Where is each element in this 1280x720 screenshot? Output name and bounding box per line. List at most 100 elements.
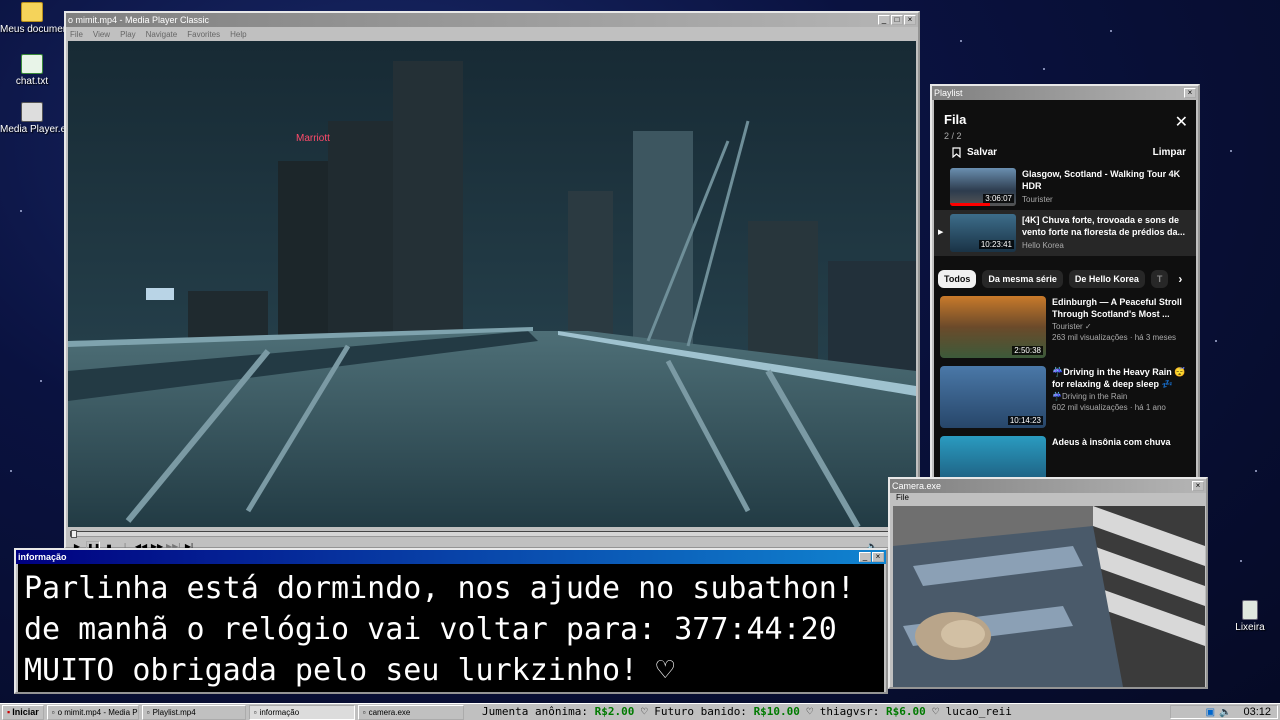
save-button[interactable]: Salvar [952, 147, 997, 158]
close-button[interactable]: × [1192, 481, 1204, 491]
star [1230, 150, 1232, 152]
video-thumbnail: 3:06:07 [950, 168, 1016, 206]
start-label: Iniciar [12, 707, 39, 717]
menu-play[interactable]: Play [120, 30, 136, 39]
channel-name: Tourister ✓ [1052, 322, 1092, 331]
info-line: Parlinha está dormindo, nos ajude no sub… [24, 571, 855, 606]
information-titlebar[interactable]: informação _ × [16, 550, 886, 564]
media-player-menubar: File View Play Navigate Favorites Help [66, 27, 918, 41]
ticker-amount: R$2.00 [594, 705, 635, 718]
seek-bar[interactable] [70, 530, 912, 538]
ticker-amount: R$10.00 [753, 705, 800, 718]
filter-chips: Todos Da mesma série De Hello Korea T › [934, 256, 1196, 288]
recommendation-item[interactable]: 10:14:23 ☔Driving in the Heavy Rain 😴 fo… [934, 366, 1196, 428]
queue-item[interactable]: 3:06:07 Glasgow, Scotland - Walking Tour… [934, 164, 1196, 210]
close-button[interactable]: × [1184, 88, 1196, 98]
desktop-icon-media-player[interactable]: Media Player.exe [0, 102, 77, 135]
window-title: o mimit.mp4 - Media Player Classic [68, 15, 210, 25]
recommendation-item[interactable]: 2:50:38 Edinburgh — A Peaceful Stroll Th… [934, 296, 1196, 358]
camera-menubar: File [890, 493, 1206, 505]
close-icon[interactable]: ✕ [1175, 112, 1188, 132]
task-media-player[interactable]: ▫ o mimit.mp4 - Media Playe... [46, 704, 139, 720]
network-icon[interactable]: ▣ [1206, 707, 1215, 718]
clock[interactable]: 03:12 [1243, 706, 1271, 718]
playlist-window[interactable]: Playlist × Fila 2 / 2 ✕ Salvar Limpar 3:… [930, 84, 1200, 480]
close-button[interactable]: × [872, 552, 884, 562]
video-thumbnail: 10:14:23 [940, 366, 1046, 428]
video-meta: 602 mil visualizações · há 1 ano [1052, 403, 1166, 412]
task-playlist[interactable]: ▫ Playlist.mp4 [141, 704, 246, 720]
playlist-titlebar[interactable]: Playlist × [932, 86, 1198, 100]
sleeping-pet-scene [893, 506, 1205, 687]
task-camera[interactable]: ▫ camera.exe [357, 704, 464, 720]
speaker-icon[interactable]: 🔈 [1219, 707, 1231, 718]
menu-navigate[interactable]: Navigate [146, 30, 178, 39]
video-title: ☔Driving in the Heavy Rain 😴 for relaxin… [1052, 367, 1186, 389]
window-title: Playlist [934, 88, 963, 98]
queue-item-now-playing[interactable]: ▶ 10:23:41 [4K] Chuva forte, trovoada e … [934, 210, 1196, 256]
start-button[interactable]: ▪ Iniciar [2, 704, 44, 720]
desktop-icon-recycle-bin[interactable]: Lixeira [1218, 600, 1280, 633]
chip-truncated[interactable]: T [1150, 270, 1169, 288]
seek-thumb[interactable] [71, 530, 77, 538]
duration-badge: 10:23:41 [978, 240, 1014, 249]
information-text: Parlinha está dormindo, nos ajude no sub… [18, 564, 884, 692]
star [1255, 470, 1257, 472]
heart-icon: ♡ [640, 705, 655, 718]
minimize-button[interactable]: _ [859, 552, 871, 562]
star [1043, 68, 1045, 70]
chip-all[interactable]: Todos [938, 270, 977, 288]
windows-logo-icon: ▪ [7, 707, 11, 717]
now-playing-icon: ▶ [938, 229, 944, 236]
video-title: Adeus à insônia com chuva [1052, 437, 1171, 447]
task-information[interactable]: ▫ informação [248, 704, 355, 720]
media-player-window[interactable]: o mimit.mp4 - Media Player Classic _ □ ×… [64, 11, 920, 563]
queue-heading: Fila [944, 112, 967, 127]
task-label: camera.exe [368, 707, 411, 717]
chip-same-series[interactable]: Da mesma série [982, 270, 1063, 288]
star [40, 380, 42, 382]
video-frame[interactable]: Marriott [68, 41, 916, 527]
video-title: Edinburgh — A Peaceful Stroll Through Sc… [1052, 297, 1182, 319]
camera-titlebar[interactable]: Camera.exe × [890, 479, 1206, 493]
channel-name: Tourister [1022, 195, 1053, 204]
star [960, 40, 962, 42]
app-icon: ▫ [362, 707, 366, 717]
queue-count: 2 / 2 [944, 131, 962, 141]
information-window[interactable]: informação _ × Parlinha está dormindo, n… [14, 548, 888, 694]
recommendation-item[interactable]: Adeus à insônia com chuva [934, 436, 1196, 480]
desktop-icon-my-documents[interactable]: Meus documentos [0, 2, 82, 35]
chip-from-channel[interactable]: De Hello Korea [1068, 270, 1145, 288]
ticker-name: lucao_reii [945, 705, 1012, 718]
menu-favorites[interactable]: Favorites [187, 30, 220, 39]
desktop-icon-chat-txt[interactable]: chat.txt [0, 54, 64, 87]
camera-window[interactable]: Camera.exe × File [888, 477, 1208, 689]
ticker-name: Futuro banido: [654, 705, 747, 718]
video-thumbnail [940, 436, 1046, 480]
channel-name: Hello Korea [1022, 241, 1064, 250]
city-night-scene: Marriott [68, 41, 916, 527]
close-button[interactable]: × [904, 15, 916, 25]
star [20, 210, 22, 212]
video-meta: 263 mil visualizações · há 3 meses [1052, 333, 1177, 342]
bookmark-icon [952, 147, 961, 158]
minimize-button[interactable]: _ [878, 15, 890, 25]
playlist-panel: Fila 2 / 2 ✕ Salvar Limpar 3:06:07 Glasg… [934, 100, 1196, 480]
video-title: [4K] Chuva forte, trovoada e sons de ven… [1022, 215, 1186, 237]
task-label: Playlist.mp4 [152, 707, 196, 717]
desktop-icon-label: Media Player.exe [0, 124, 77, 135]
menu-file[interactable]: File [70, 30, 83, 39]
star [1240, 560, 1242, 562]
task-label: informação [259, 707, 300, 717]
desktop-icon-label: chat.txt [15, 76, 49, 87]
menu-file[interactable]: File [896, 493, 909, 502]
menu-help[interactable]: Help [230, 30, 246, 39]
maximize-button[interactable]: □ [891, 15, 903, 25]
app-icon: ▫ [146, 707, 150, 717]
star [10, 470, 12, 472]
chevron-right-icon[interactable]: › [1178, 272, 1182, 286]
media-player-titlebar[interactable]: o mimit.mp4 - Media Player Classic _ □ × [66, 13, 918, 27]
clear-button[interactable]: Limpar [1153, 147, 1186, 158]
menu-view[interactable]: View [93, 30, 110, 39]
video-thumbnail: 2:50:38 [940, 296, 1046, 358]
